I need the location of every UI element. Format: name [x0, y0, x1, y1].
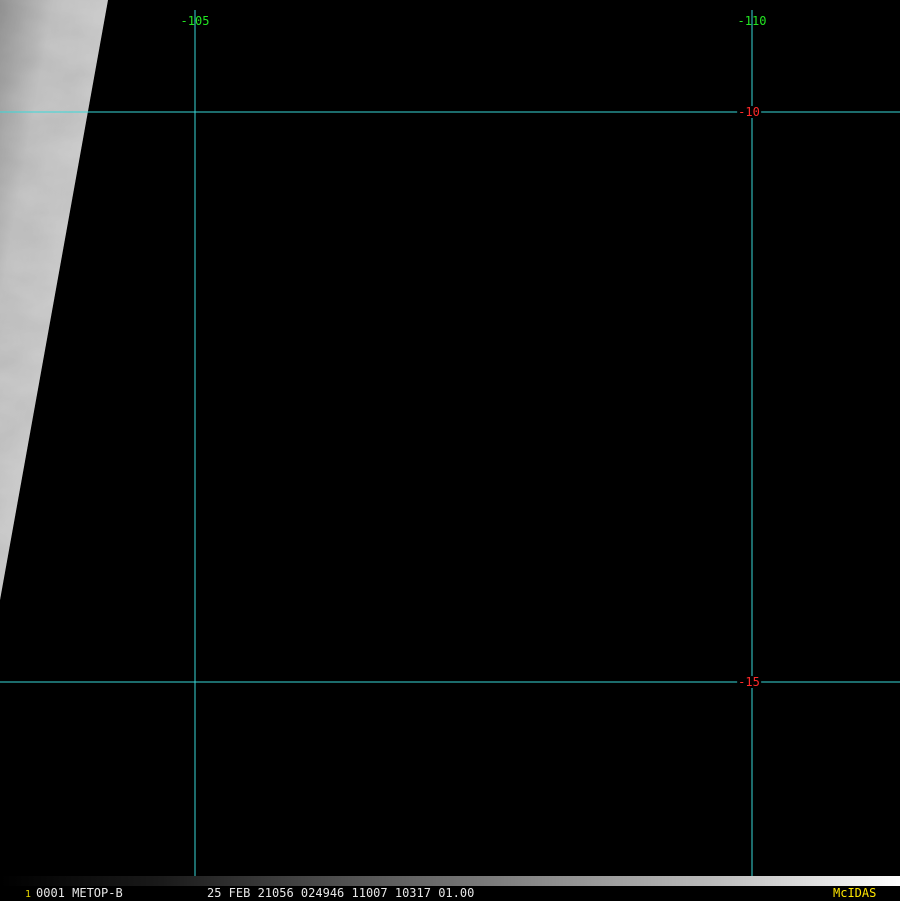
latitude-label-10: -10 — [737, 105, 761, 119]
latitude-label-15: -15 — [737, 675, 761, 689]
image-timestamp: 25 FEB 21056 024946 11007 10317 01.00 — [207, 886, 475, 900]
longitude-label-105: -105 — [180, 14, 210, 28]
satellite-image-map — [0, 0, 900, 900]
background — [0, 0, 900, 900]
satellite-name: 0001 METOP-B — [36, 886, 123, 900]
grayscale-color-bar — [0, 876, 900, 886]
longitude-label-110: -110 — [737, 14, 767, 28]
status-bar: 1 0001 METOP-B 25 FEB 21056 024946 11007… — [0, 876, 900, 900]
mcidas-brand: McIDAS — [833, 886, 877, 900]
frame-number: 1 — [25, 889, 32, 900]
status-text-row: 1 0001 METOP-B 25 FEB 21056 024946 11007… — [0, 886, 900, 900]
